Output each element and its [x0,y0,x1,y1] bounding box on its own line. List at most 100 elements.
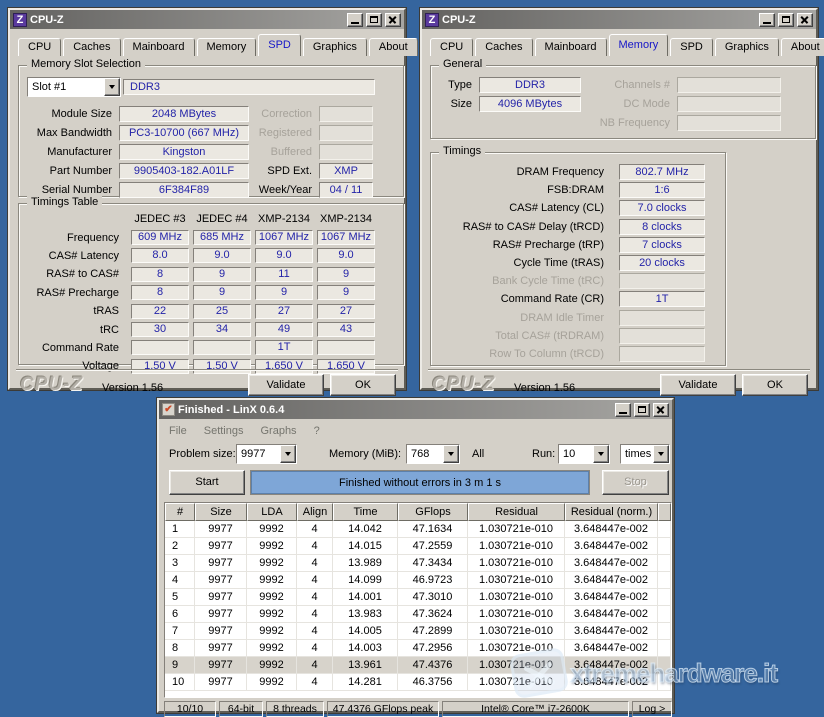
run-combo[interactable]: 10 [558,444,610,464]
table-row[interactable]: 899779992414.00347.29561.030721e-0103.64… [165,640,671,657]
tab-mainboard[interactable]: Mainboard [535,38,607,56]
minimize-button[interactable] [759,13,775,27]
dram-idle-timer-value [619,310,705,326]
tab-graphics[interactable]: Graphics [715,38,779,56]
chevron-down-icon[interactable] [280,445,296,463]
ras-precharge-trp-label: RAS# Precharge (tRP) [435,239,611,251]
timings-column-xmp-2134: XMP-2134 [253,213,315,225]
spd-ext-label: SPD Ext. [257,165,319,177]
run-label: Run: [532,448,555,460]
table-row[interactable]: 1099779992414.28146.37561.030721e-0103.6… [165,674,671,691]
table-cell: 9992 [247,521,297,538]
linx-titlebar[interactable]: ✔ Finished - LinX 0.6.4 [159,400,672,419]
column-header-[interactable]: # [165,503,195,521]
table-row[interactable]: 599779992414.00147.30101.030721e-0103.64… [165,589,671,606]
times-combo[interactable]: times [620,444,670,464]
ras-precharge-cell: 9 [255,285,313,300]
table-row[interactable]: 999779992413.96147.43761.030721e-0103.64… [165,657,671,674]
manufacturer-value: Kingston [119,144,249,160]
tab-mainboard[interactable]: Mainboard [123,38,195,56]
menu-settings[interactable]: Settings [204,425,244,437]
trc-cell: 34 [193,322,251,337]
column-header-size[interactable]: Size [195,503,247,521]
tab-memory[interactable]: Memory [197,38,257,56]
chevron-down-icon[interactable] [104,78,120,96]
table-row[interactable]: 399779992413.98947.34341.030721e-0103.64… [165,555,671,572]
table-row[interactable]: 699779992413.98347.36241.030721e-0103.64… [165,606,671,623]
table-cell: 3.648447e-002 [565,657,658,674]
cpuz-spd-titlebar[interactable]: Z CPU-Z [10,10,404,29]
chevron-down-icon[interactable] [443,445,459,463]
table-cell: 1 [165,521,195,538]
close-button[interactable] [385,13,401,27]
chevron-down-icon[interactable] [593,445,609,463]
tab-cpu[interactable]: CPU [430,38,473,56]
tab-caches[interactable]: Caches [475,38,532,56]
status-cell-log[interactable]: Log > [632,701,672,717]
stop-button[interactable]: Stop [602,470,669,495]
table-cell: 47.3010 [398,589,468,606]
validate-button[interactable]: Validate [248,374,324,396]
column-header-residual[interactable]: Residual [468,503,565,521]
menu-file[interactable]: File [169,425,187,437]
column-header-spacer[interactable] [658,503,671,521]
tab-memory[interactable]: Memory [609,34,669,56]
table-cell: 9977 [195,606,247,623]
frequency-label: Frequency [23,232,129,244]
table-cell: 1.030721e-010 [468,572,565,589]
tab-caches[interactable]: Caches [63,38,120,56]
table-cell [658,657,671,674]
menu-graphs[interactable]: Graphs [260,425,296,437]
tab-spd[interactable]: SPD [670,38,713,56]
frequency-cell: 1067 MHz [317,230,375,245]
tab-graphics[interactable]: Graphics [303,38,367,56]
maximize-button[interactable] [634,403,650,417]
table-row[interactable]: 799779992414.00547.28991.030721e-0103.64… [165,623,671,640]
tab-spd[interactable]: SPD [258,34,301,56]
column-header-time[interactable]: Time [333,503,398,521]
validate-button[interactable]: Validate [660,374,736,396]
maximize-button[interactable] [778,13,794,27]
table-row[interactable]: 299779992414.01547.25591.030721e-0103.64… [165,538,671,555]
field-row: Module Size2048 MBytes [23,104,249,123]
window-title: CPU-Z [30,14,344,26]
tras-label: tRAS [23,305,129,317]
tab-about[interactable]: About [781,38,824,56]
column-header-lda[interactable]: LDA [247,503,297,521]
minimize-button[interactable] [347,13,363,27]
spd-ext-value: XMP [319,163,373,179]
table-cell: 1.030721e-010 [468,555,565,572]
problem-size-combo[interactable]: 9977 [236,444,297,464]
memory-combo[interactable]: 768 [406,444,460,464]
table-cell: 47.2559 [398,538,468,555]
timings-column-jedec-3: JEDEC #3 [129,213,191,225]
column-header-gflops[interactable]: GFlops [398,503,468,521]
maximize-button[interactable] [366,13,382,27]
table-cell [658,555,671,572]
table-cell [658,538,671,555]
linx-app-icon: ✔ [162,403,175,416]
chevron-down-icon[interactable] [653,445,669,463]
ok-button[interactable]: OK [330,374,396,396]
tras-cell: 25 [193,304,251,319]
table-row[interactable]: 499779992414.09946.97231.030721e-0103.64… [165,572,671,589]
start-button[interactable]: Start [169,470,245,495]
table-cell: 6 [165,606,195,623]
cpuz-app-icon: Z [425,13,439,27]
column-header-residual-norm[interactable]: Residual (norm.) [565,503,658,521]
column-header-align[interactable]: Align [297,503,333,521]
tab-cpu[interactable]: CPU [18,38,61,56]
command-rate-cell [131,340,189,355]
slot-select-combo[interactable]: Slot #1 [27,77,121,97]
menu-[interactable]: ? [314,425,320,437]
close-button[interactable] [797,13,813,27]
timings-table: JEDEC #3JEDEC #4XMP-2134XMP-2134Frequenc… [23,210,377,376]
tab-about[interactable]: About [369,38,418,56]
cpuz-memory-titlebar[interactable]: Z CPU-Z [422,10,816,29]
cas-latency-cell: 9.0 [193,248,251,263]
minimize-button[interactable] [615,403,631,417]
ok-button[interactable]: OK [742,374,808,396]
table-row[interactable]: 199779992414.04247.16341.030721e-0103.64… [165,521,671,538]
field-row: SPD Ext.XMP [257,161,373,180]
close-button[interactable] [653,403,669,417]
